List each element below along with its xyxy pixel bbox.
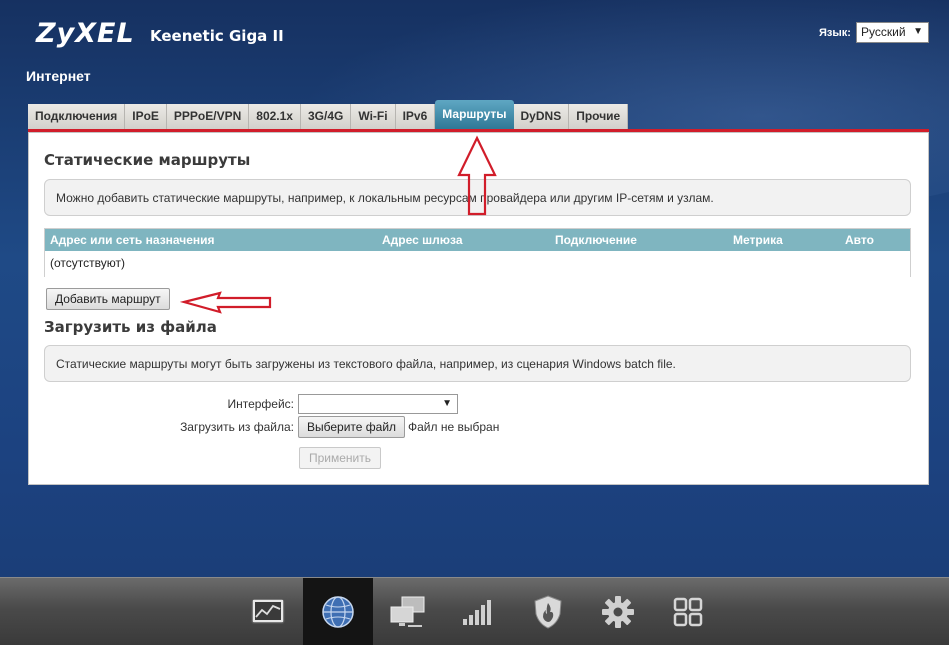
- monitor-chart-icon: [251, 598, 285, 624]
- file-label: Загрузить из файла:: [180, 420, 294, 434]
- dock-security[interactable]: [513, 578, 583, 645]
- tab-ipoe[interactable]: IPoE: [125, 104, 167, 129]
- load-file-info: Статические маршруты могут быть загружен…: [44, 345, 911, 382]
- tab-dydns[interactable]: DyDNS: [513, 104, 570, 129]
- table-header: Адрес или сеть назначения Адрес шлюза По…: [45, 229, 910, 251]
- dock-home-network[interactable]: [373, 578, 443, 645]
- tab-other[interactable]: Прочие: [569, 104, 629, 129]
- chevron-down-icon: ▼: [442, 398, 452, 409]
- column-metric[interactable]: Метрика: [733, 233, 783, 247]
- routes-table: Адрес или сеть назначения Адрес шлюза По…: [44, 228, 911, 277]
- dock-internet[interactable]: [303, 578, 373, 645]
- static-routes-heading: Статические маршруты: [44, 151, 251, 169]
- tab-routes[interactable]: Маршруты: [435, 100, 514, 129]
- gear-icon: [602, 596, 634, 628]
- model-name: Keenetic Giga II: [150, 27, 284, 45]
- globe-icon: [322, 596, 354, 628]
- page-title: Интернет: [26, 68, 91, 84]
- signal-bars-icon: [463, 600, 491, 625]
- dock-wifi[interactable]: [443, 578, 513, 645]
- column-destination[interactable]: Адрес или сеть назначения: [50, 233, 215, 247]
- column-connection[interactable]: Подключение: [555, 233, 637, 247]
- tab-ipv6[interactable]: IPv6: [395, 104, 436, 129]
- load-file-heading: Загрузить из файла: [44, 318, 217, 336]
- column-gateway[interactable]: Адрес шлюза: [382, 233, 463, 247]
- interface-select[interactable]: ▼: [298, 394, 458, 414]
- bottom-dock: [0, 577, 949, 645]
- zyxel-logo: ZyXEL: [36, 18, 135, 49]
- chevron-down-icon: ▼: [913, 26, 923, 37]
- tab-8021x[interactable]: 802.1x: [249, 104, 301, 129]
- language-value: Русский: [861, 25, 906, 39]
- tab-connections[interactable]: Подключения: [28, 104, 126, 129]
- interface-label: Интерфейс:: [227, 397, 294, 411]
- language-label: Язык:: [819, 27, 851, 39]
- dock-monitor[interactable]: [233, 578, 303, 645]
- column-auto[interactable]: Авто: [845, 233, 874, 247]
- shield-icon: [534, 595, 562, 629]
- tab-wifi[interactable]: Wi-Fi: [351, 104, 396, 129]
- add-route-button[interactable]: Добавить маршрут: [46, 288, 170, 310]
- dock-system[interactable]: [583, 578, 653, 645]
- annotation-arrow-left: [180, 291, 272, 314]
- file-status: Файл не выбран: [408, 420, 500, 434]
- table-row: (отсутствуют): [45, 251, 910, 277]
- language-select[interactable]: Русский ▼: [856, 22, 929, 43]
- tab-bar: Подключения IPoE PPPoE/VPN 802.1x 3G/4G …: [28, 100, 629, 129]
- router-web-ui: ZyXEL Keenetic Giga II Язык: Русский ▼ И…: [0, 0, 949, 645]
- apply-button[interactable]: Применить: [299, 447, 381, 469]
- annotation-arrow-up: [457, 135, 497, 216]
- tab-3g-4g[interactable]: 3G/4G: [300, 104, 352, 129]
- tab-pppoe-vpn[interactable]: PPPoE/VPN: [166, 104, 250, 129]
- network-computers-icon: [390, 596, 425, 627]
- apps-grid-icon: [673, 597, 703, 627]
- dock-apps[interactable]: [653, 578, 723, 645]
- choose-file-button[interactable]: Выберите файл: [298, 416, 406, 438]
